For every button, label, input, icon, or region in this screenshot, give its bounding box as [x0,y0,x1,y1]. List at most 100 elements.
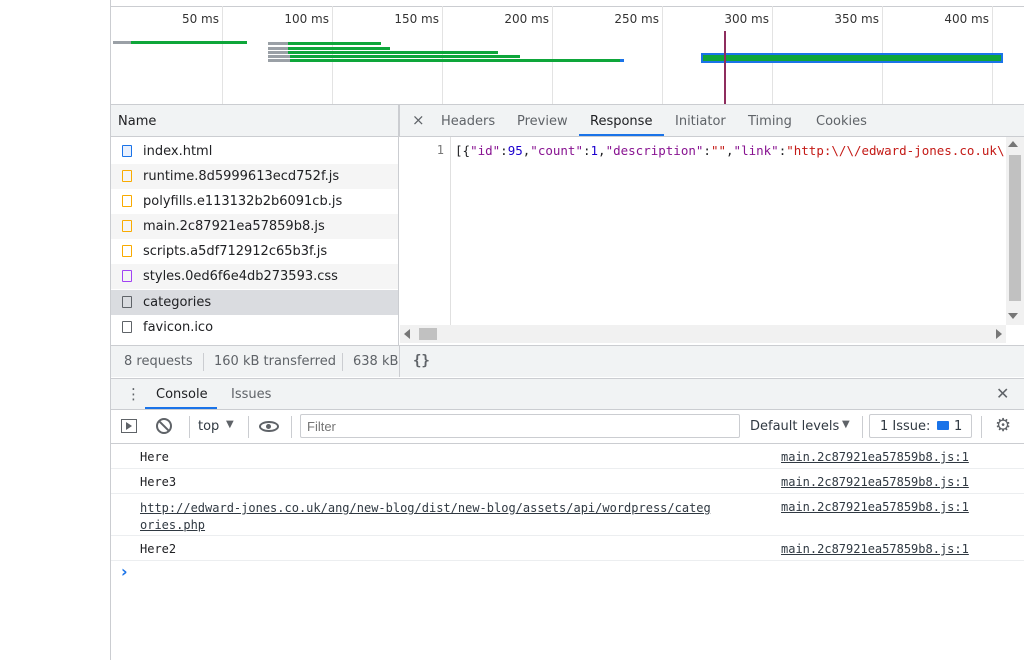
vertical-scrollbar[interactable] [1006,137,1024,325]
name-column-header[interactable]: Name [111,105,399,137]
file-icon [122,321,132,333]
request-row[interactable]: main.2c87921ea57859b8.js [111,214,399,239]
request-row[interactable]: favicon.ico [111,315,399,340]
tick-label: 100 ms [284,12,329,26]
request-bar [288,42,381,45]
load-marker-line [724,31,726,104]
response-body[interactable]: [{"id":95,"count":1,"description":"","li… [455,143,1005,158]
message-text: Here2 [140,542,177,556]
resources-size: 638 kB [353,354,399,369]
pretty-print-icon[interactable]: {} [413,353,430,369]
tab-initiator[interactable]: Initiator [675,114,726,129]
request-name: polyfills.e113132b2b6091cb.js [143,194,343,209]
scroll-left-icon[interactable] [404,329,410,339]
scroll-thumb[interactable] [1009,155,1021,301]
scroll-right-icon[interactable] [996,329,1002,339]
script-icon [122,170,132,182]
request-row[interactable]: index.html [111,139,399,164]
tab-issues[interactable]: Issues [231,387,271,402]
request-row[interactable]: scripts.a5df712912c65b3f.js [111,239,399,264]
selected-request-bar[interactable] [701,53,1003,63]
scroll-up-icon[interactable] [1008,141,1018,147]
divider [342,353,343,371]
eye-icon[interactable] [259,421,279,432]
request-bar [268,55,290,58]
tick-label: 250 ms [614,12,659,26]
request-bar [290,59,620,62]
sidebar-toggle-icon[interactable] [121,419,137,433]
script-icon [122,195,132,207]
tab-response[interactable]: Response [590,114,652,129]
request-row-selected[interactable]: categories [111,290,399,315]
active-tab-indicator [145,407,217,409]
info-message-icon [937,421,949,430]
page-background [0,0,110,660]
request-bar [113,41,131,44]
divider [248,416,249,438]
response-footer: {} [399,345,1024,377]
gear-icon[interactable]: ⚙ [995,415,1011,436]
divider [862,416,863,438]
tab-console[interactable]: Console [156,387,208,402]
request-name: index.html [143,144,213,159]
console-prompt-icon[interactable]: › [121,562,128,581]
request-bar [268,59,290,62]
clear-console-icon[interactable] [156,418,172,434]
chevron-down-icon[interactable]: ▼ [226,419,234,430]
name-header-label: Name [118,114,157,129]
panel-divider[interactable] [398,105,399,377]
request-name: styles.0ed6f6e4db273593.css [143,269,338,284]
tick-label: 300 ms [724,12,769,26]
request-bar [620,59,624,62]
message-url[interactable]: http://edward-jones.co.uk/ang/new-blog/d… [140,500,711,534]
issues-button[interactable]: 1 Issue: 1 [869,414,972,438]
tick-label: 400 ms [944,12,989,26]
request-row[interactable]: styles.0ed6f6e4db273593.css [111,264,399,289]
issues-label: 1 Issue: [880,419,931,434]
tick-label: 50 ms [181,12,219,26]
console-message: Here3 main.2c87921ea57859b8.js:1 [111,469,1024,494]
detail-tabbar: × Headers Preview Response Initiator Tim… [399,105,1024,137]
console-message: http://edward-jones.co.uk/ang/new-blog/d… [111,494,1024,536]
chevron-down-icon[interactable]: ▼ [842,419,850,430]
script-icon [122,220,132,232]
tick-label: 200 ms [504,12,549,26]
network-status-bar: 8 requests 160 kB transferred 638 kB [111,345,399,377]
request-bar [268,51,288,54]
log-levels-dropdown[interactable]: Default levels [750,419,839,434]
response-viewer[interactable]: 1 [{"id":95,"count":1,"description":"","… [400,137,1024,345]
active-tab-indicator [579,134,664,136]
tick-label: 150 ms [394,12,439,26]
request-count: 8 requests [124,354,193,369]
source-link[interactable]: main.2c87921ea57859b8.js:1 [781,542,969,556]
script-icon [122,245,132,257]
scroll-down-icon[interactable] [1008,313,1018,319]
request-name: runtime.8d5999613ecd752f.js [143,169,340,184]
context-selector[interactable]: top [198,419,219,434]
request-row[interactable]: polyfills.e113132b2b6091cb.js [111,189,399,214]
source-link[interactable]: main.2c87921ea57859b8.js:1 [781,500,969,514]
source-link[interactable]: main.2c87921ea57859b8.js:1 [781,475,969,489]
request-bar [268,47,288,50]
grid-line [222,6,223,104]
close-icon[interactable]: × [412,111,425,129]
horizontal-scrollbar[interactable] [400,325,1006,343]
request-row[interactable]: runtime.8d5999613ecd752f.js [111,164,399,189]
tab-timing[interactable]: Timing [748,114,792,129]
request-bar [290,55,520,58]
scroll-thumb-horizontal[interactable] [419,328,437,340]
source-link[interactable]: main.2c87921ea57859b8.js:1 [781,450,969,464]
tab-cookies[interactable]: Cookies [816,114,867,129]
tab-preview[interactable]: Preview [517,114,568,129]
line-gutter: 1 [400,137,451,325]
tab-headers[interactable]: Headers [441,114,495,129]
message-text: Here3 [140,475,177,489]
more-menu-icon[interactable]: ⋮ [126,385,141,403]
overview-top-border [111,0,1024,7]
close-drawer-icon[interactable]: ✕ [996,384,1009,403]
request-bar [268,42,288,45]
divider [291,416,292,438]
filter-input[interactable] [300,414,740,438]
request-name: scripts.a5df712912c65b3f.js [143,244,328,259]
tick-label: 350 ms [834,12,879,26]
